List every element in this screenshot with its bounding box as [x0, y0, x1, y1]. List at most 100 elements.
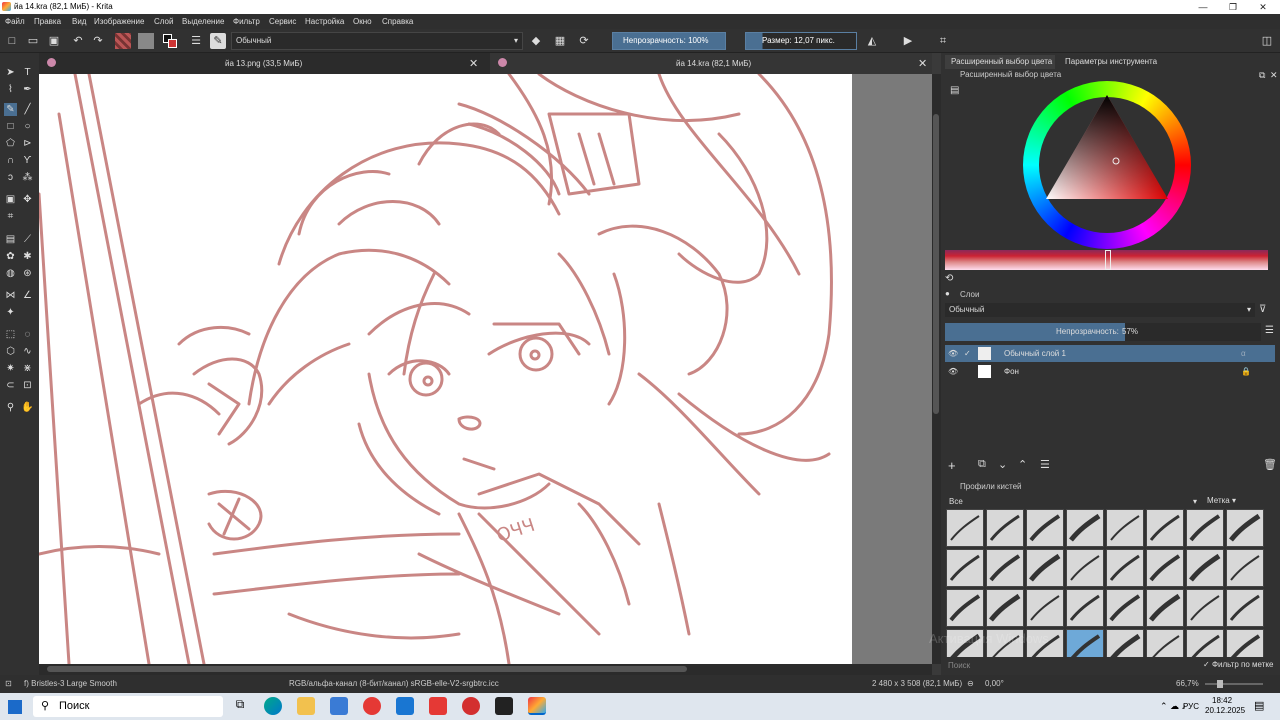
maximize-button[interactable]: ❐: [1220, 0, 1246, 14]
brush-preset-item[interactable]: [986, 589, 1024, 627]
multibrush-icon[interactable]: ⁂: [21, 171, 34, 184]
brush-preset-item[interactable]: [946, 509, 984, 547]
refresh-icon[interactable]: ⟲: [945, 273, 953, 284]
dynamic-brush-icon[interactable]: ↄ: [4, 171, 17, 184]
undo-icon[interactable]: ↶: [70, 33, 86, 49]
assistant-tool-icon[interactable]: ⋈: [4, 289, 17, 302]
brush-preset-item[interactable]: [1066, 549, 1104, 587]
color-triangle[interactable]: [1023, 81, 1191, 249]
brush-preset-item[interactable]: [986, 549, 1024, 587]
float-panel-icon[interactable]: ⧉: [1259, 70, 1265, 81]
brush-preset-item[interactable]: [986, 509, 1024, 547]
layer-row[interactable]: 👁 Фон 🔒: [945, 363, 1275, 380]
size-slider[interactable]: Размер: 12,07 пикс.: [745, 32, 857, 50]
menu-window[interactable]: Окно: [353, 17, 372, 26]
layer-blend-select[interactable]: Обычный ▾: [945, 303, 1255, 317]
mirror-vertical-icon[interactable]: ▶: [900, 33, 916, 49]
freehand-select-icon[interactable]: ∿: [21, 345, 34, 358]
lock-icon[interactable]: 🔒: [1241, 363, 1251, 380]
color-swap-icon[interactable]: [162, 33, 178, 49]
task-view-icon[interactable]: ⧉: [231, 697, 249, 715]
tab-tool-options[interactable]: Параметры инструмента: [1059, 55, 1179, 69]
menu-tools[interactable]: Сервис: [269, 17, 296, 26]
yandex-music-icon[interactable]: [429, 697, 447, 715]
menu-layer[interactable]: Слой: [154, 17, 173, 26]
brush-preset-item[interactable]: [1146, 549, 1184, 587]
save-icon[interactable]: ▣: [46, 33, 62, 49]
opacity-slider[interactable]: Непрозрачность: 100%: [612, 32, 726, 50]
menu-select[interactable]: Выделение: [182, 17, 224, 26]
alpha-lock-icon[interactable]: ▦: [552, 33, 568, 49]
tag-select[interactable]: Метка ▾: [1207, 496, 1236, 505]
eye-icon[interactable]: 👁: [948, 345, 958, 362]
brush-preset-item[interactable]: [1226, 509, 1264, 547]
brush-search-input[interactable]: Поиск: [945, 659, 1195, 672]
brush-preset-item[interactable]: [946, 589, 984, 627]
redo-icon[interactable]: ↷: [90, 33, 106, 49]
rotation-icon[interactable]: ⊖: [967, 679, 974, 688]
drawing-canvas[interactable]: ОЧЧ: [39, 74, 852, 664]
similar-select-icon[interactable]: ⋇: [21, 362, 34, 375]
gradient-tool-icon[interactable]: ▤: [4, 233, 17, 246]
magnetic-select-icon[interactable]: ⊡: [21, 379, 34, 392]
settings-icon[interactable]: ▤: [950, 85, 959, 96]
close-tab-icon[interactable]: ✕: [469, 57, 478, 70]
canvas-area[interactable]: ОЧЧ: [39, 74, 932, 664]
polygon-tool-icon[interactable]: ⬠: [4, 137, 17, 150]
crop-tool-icon[interactable]: ⌗: [4, 210, 17, 223]
layer-properties-icon[interactable]: ☰: [1040, 458, 1050, 471]
menu-edit[interactable]: Правка: [34, 17, 61, 26]
brush-preset-item[interactable]: [1066, 509, 1104, 547]
open-file-icon[interactable]: ▭: [25, 33, 41, 49]
menu-icon[interactable]: ☰: [1265, 325, 1274, 336]
brush-preset-item[interactable]: [1186, 629, 1224, 657]
menu-file[interactable]: Файл: [5, 17, 25, 26]
zoom-slider[interactable]: [1205, 680, 1263, 688]
xp-pen-icon[interactable]: [495, 697, 513, 715]
language-indicator[interactable]: РУС: [1183, 702, 1199, 711]
select-shapes-icon[interactable]: ➤: [4, 66, 17, 79]
mirror-horizontal-icon[interactable]: ◭: [864, 33, 880, 49]
vertical-scrollbar[interactable]: [932, 74, 941, 664]
check-icon[interactable]: ✓: [964, 345, 971, 362]
tab-document-2[interactable]: йа 14.kra (82,1 МиБ) ✕: [490, 53, 932, 74]
brush-preset-item[interactable]: [1226, 589, 1264, 627]
brush-preset-item[interactable]: [1146, 509, 1184, 547]
menu-view[interactable]: Вид: [72, 17, 86, 26]
measure-tool-icon[interactable]: ∠: [21, 289, 34, 302]
crop-icon[interactable]: ⌗: [935, 33, 951, 49]
brush-preset-icon[interactable]: ✎: [210, 33, 226, 49]
menu-image[interactable]: Изображение: [94, 17, 144, 26]
rectangle-tool-icon[interactable]: □: [4, 120, 17, 133]
text-tool-icon[interactable]: T: [21, 66, 34, 79]
smart-patch-icon[interactable]: ✱: [21, 250, 34, 263]
krita-taskbar-icon[interactable]: [528, 697, 546, 715]
taskbar-search[interactable]: ⚲ Поиск: [33, 696, 223, 717]
tab-advanced-color[interactable]: Расширенный выбор цвета: [945, 55, 1055, 69]
close-window-button[interactable]: ✕: [1250, 0, 1276, 14]
brush-preset-item[interactable]: [946, 549, 984, 587]
layer-opacity-slider[interactable]: Непрозрачность: 57%: [945, 323, 1261, 341]
contiguous-select-icon[interactable]: ✷: [4, 362, 17, 375]
color-history-bar[interactable]: [945, 250, 1268, 270]
layer-row[interactable]: 👁 ✓ Обычный слой 1 α: [945, 345, 1275, 362]
brush-preset-item[interactable]: [1146, 629, 1184, 657]
move-up-icon[interactable]: ⌃: [1018, 458, 1027, 471]
ellipse-tool-icon[interactable]: ○: [21, 120, 34, 133]
calligraphy-icon[interactable]: ✒: [21, 83, 34, 96]
colorize-mask-icon[interactable]: ✿: [4, 250, 17, 263]
add-layer-icon[interactable]: +: [948, 458, 956, 473]
brush-filter-select[interactable]: Все ▾: [945, 496, 1199, 508]
ellipse-select-icon[interactable]: ◌: [21, 328, 34, 341]
horizontal-scrollbar[interactable]: [39, 664, 932, 675]
tab-document-1[interactable]: йа 13.png (33,5 МиБ) ✕: [39, 53, 489, 74]
brush-preset-item[interactable]: [1106, 589, 1144, 627]
edge-icon[interactable]: [264, 697, 282, 715]
polygon-select-icon[interactable]: ⬡: [4, 345, 17, 358]
brush-preset-item[interactable]: [1106, 509, 1144, 547]
file-explorer-icon[interactable]: [297, 697, 315, 715]
new-file-icon[interactable]: □: [4, 33, 20, 49]
color-picker-icon[interactable]: ⟋: [21, 233, 34, 246]
reference-tool-icon[interactable]: ✦: [4, 306, 17, 319]
transform-tool-icon[interactable]: ▣: [4, 193, 17, 206]
